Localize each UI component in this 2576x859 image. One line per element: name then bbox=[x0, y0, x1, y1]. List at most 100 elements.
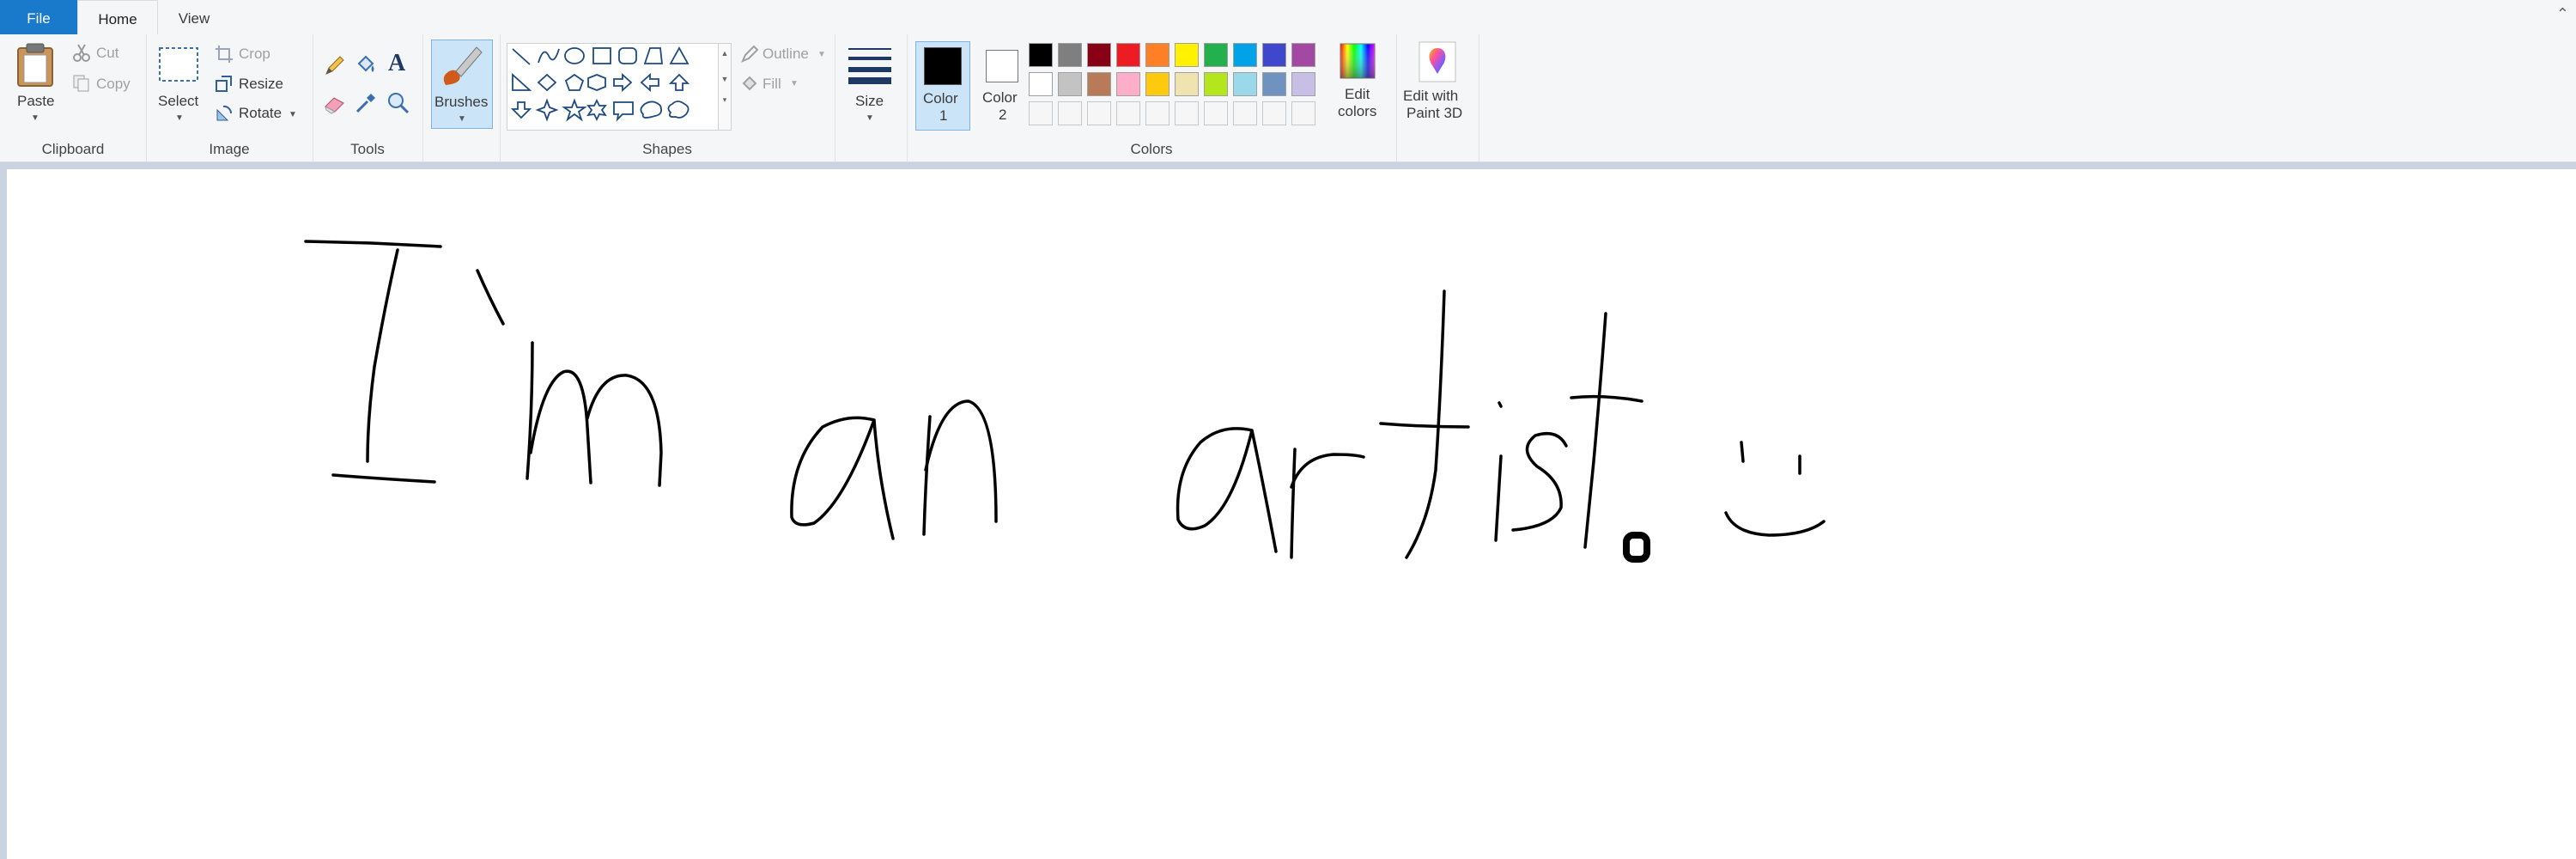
brushes-label: Brushes bbox=[434, 94, 489, 110]
brushes-group: Brushes ▼ bbox=[422, 34, 501, 161]
pencil-icon[interactable] bbox=[323, 53, 347, 77]
rotate-button[interactable]: Rotate bbox=[239, 105, 282, 122]
rounded-rectangle-shape-icon[interactable] bbox=[618, 47, 637, 64]
eraser-icon[interactable] bbox=[323, 91, 347, 115]
line-shape-icon[interactable] bbox=[512, 48, 531, 65]
palette-swatch[interactable] bbox=[1262, 72, 1286, 96]
left-arrow-shape-icon[interactable] bbox=[640, 72, 659, 93]
cut-button[interactable]: Cut bbox=[96, 45, 118, 62]
palette-swatch[interactable] bbox=[1291, 43, 1315, 67]
size-dropdown-icon[interactable]: ▼ bbox=[866, 113, 874, 123]
size-button[interactable]: Size bbox=[855, 93, 884, 110]
tab-view[interactable]: View bbox=[156, 0, 232, 34]
paste-icon[interactable] bbox=[15, 43, 55, 88]
palette-custom-slot[interactable] bbox=[1116, 101, 1140, 125]
palette-swatch[interactable] bbox=[1087, 43, 1111, 67]
size-icon[interactable] bbox=[847, 46, 893, 84]
outline-dropdown-icon[interactable]: ▼ bbox=[817, 50, 826, 59]
palette-swatch[interactable] bbox=[1145, 72, 1170, 96]
tab-home[interactable]: Home bbox=[77, 0, 158, 36]
palette-custom-slot[interactable] bbox=[1058, 101, 1082, 125]
fill-icon[interactable] bbox=[354, 53, 378, 77]
hexagon-shape-icon[interactable] bbox=[587, 74, 606, 91]
palette-swatch[interactable] bbox=[1175, 72, 1199, 96]
palette-swatch[interactable] bbox=[1204, 43, 1228, 67]
palette-custom-slot[interactable] bbox=[1145, 101, 1170, 125]
shapes-gallery bbox=[507, 43, 720, 131]
brushes-button[interactable]: Brushes ▼ bbox=[431, 40, 493, 129]
right-triangle-shape-icon[interactable] bbox=[512, 72, 532, 91]
diamond-shape-icon[interactable] bbox=[537, 73, 557, 92]
outline-button[interactable]: Outline bbox=[762, 46, 809, 63]
rectangle-shape-icon[interactable] bbox=[592, 47, 611, 64]
oval-callout-shape-icon[interactable] bbox=[640, 101, 663, 119]
palette-swatch[interactable] bbox=[1029, 72, 1053, 96]
palette-swatch[interactable] bbox=[1233, 43, 1257, 67]
text-icon[interactable]: A bbox=[388, 50, 405, 77]
paste-button[interactable]: Paste bbox=[17, 93, 54, 110]
select-icon[interactable] bbox=[158, 46, 199, 82]
collapse-ribbon-icon[interactable]: ⌃ bbox=[2556, 5, 2569, 23]
palette-swatch[interactable] bbox=[1291, 72, 1315, 96]
palette-swatch[interactable] bbox=[1175, 43, 1199, 67]
four-point-star-shape-icon[interactable] bbox=[535, 98, 559, 122]
up-arrow-shape-icon[interactable] bbox=[668, 73, 690, 91]
color-picker-icon[interactable] bbox=[354, 91, 378, 115]
paste-dropdown-icon[interactable]: ▼ bbox=[31, 113, 39, 123]
edit-with-paint3d-button[interactable]: Edit with Paint 3D bbox=[1400, 40, 1475, 129]
select-dropdown-icon[interactable]: ▼ bbox=[175, 113, 184, 123]
color2-button[interactable]: Color 2 bbox=[975, 41, 1029, 129]
tab-file[interactable]: File bbox=[0, 0, 77, 34]
palette-swatch[interactable] bbox=[1029, 43, 1053, 67]
palette-custom-slot[interactable] bbox=[1204, 101, 1228, 125]
right-arrow-shape-icon[interactable] bbox=[613, 72, 633, 93]
fill-dropdown-icon[interactable]: ▼ bbox=[790, 79, 799, 88]
palette-swatch[interactable] bbox=[1116, 72, 1140, 96]
paint3d-label-1: Edit with bbox=[1403, 88, 1459, 104]
color1-button[interactable]: Color 1 bbox=[915, 41, 970, 131]
palette-custom-slot[interactable] bbox=[1291, 101, 1315, 125]
palette-swatch[interactable] bbox=[1058, 43, 1082, 67]
cut-icon bbox=[73, 44, 90, 62]
color-palette bbox=[1029, 41, 1321, 132]
palette-swatch[interactable] bbox=[1087, 72, 1111, 96]
pentagon-shape-icon[interactable] bbox=[564, 73, 585, 91]
palette-swatch[interactable] bbox=[1058, 72, 1082, 96]
copy-icon bbox=[73, 75, 89, 92]
palette-custom-slot[interactable] bbox=[1233, 101, 1257, 125]
palette-custom-slot[interactable] bbox=[1262, 101, 1286, 125]
cloud-callout-shape-icon[interactable] bbox=[667, 101, 690, 119]
palette-custom-slot[interactable] bbox=[1087, 101, 1111, 125]
resize-button[interactable]: Resize bbox=[239, 76, 283, 93]
outline-icon bbox=[741, 45, 759, 63]
five-point-star-shape-icon[interactable] bbox=[562, 98, 587, 122]
rectangular-callout-shape-icon[interactable] bbox=[613, 101, 634, 122]
down-arrow-shape-icon[interactable] bbox=[510, 101, 532, 119]
palette-swatch[interactable] bbox=[1145, 43, 1170, 67]
shapes-scroll[interactable]: ▲ ▼ ▾ bbox=[718, 43, 732, 131]
palette-swatch[interactable] bbox=[1262, 43, 1286, 67]
curve-shape-icon[interactable] bbox=[538, 48, 560, 64]
polygon-shape-icon[interactable] bbox=[643, 47, 664, 64]
edit-colors-button[interactable]: Edit colors bbox=[1327, 40, 1388, 131]
rotate-dropdown-icon[interactable]: ▼ bbox=[289, 110, 297, 119]
palette-swatch[interactable] bbox=[1116, 43, 1140, 67]
triangle-shape-icon[interactable] bbox=[669, 46, 690, 64]
select-button[interactable]: Select bbox=[158, 93, 198, 110]
six-point-star-shape-icon[interactable] bbox=[586, 98, 607, 122]
palette-custom-slot[interactable] bbox=[1175, 101, 1199, 125]
image-group: Select ▼ Crop Resize Rotate ▼ Image bbox=[146, 34, 313, 161]
palette-custom-slot[interactable] bbox=[1029, 101, 1053, 125]
crop-button[interactable]: Crop bbox=[239, 46, 270, 63]
period-mark bbox=[1623, 532, 1650, 563]
drawing-canvas[interactable] bbox=[7, 169, 2576, 859]
copy-button[interactable]: Copy bbox=[96, 76, 131, 93]
brushes-dropdown-icon[interactable]: ▼ bbox=[458, 114, 466, 124]
magnifier-icon[interactable] bbox=[386, 91, 410, 115]
palette-swatch[interactable] bbox=[1204, 72, 1228, 96]
oval-shape-icon[interactable] bbox=[564, 47, 585, 64]
fill-button[interactable]: Fill bbox=[762, 76, 781, 93]
shapes-group-label: Shapes bbox=[642, 141, 692, 157]
palette-swatch[interactable] bbox=[1233, 72, 1257, 96]
paint-window: File Home View ⌃ Paste ▼ Cut Copy Clipbo… bbox=[0, 0, 2576, 859]
